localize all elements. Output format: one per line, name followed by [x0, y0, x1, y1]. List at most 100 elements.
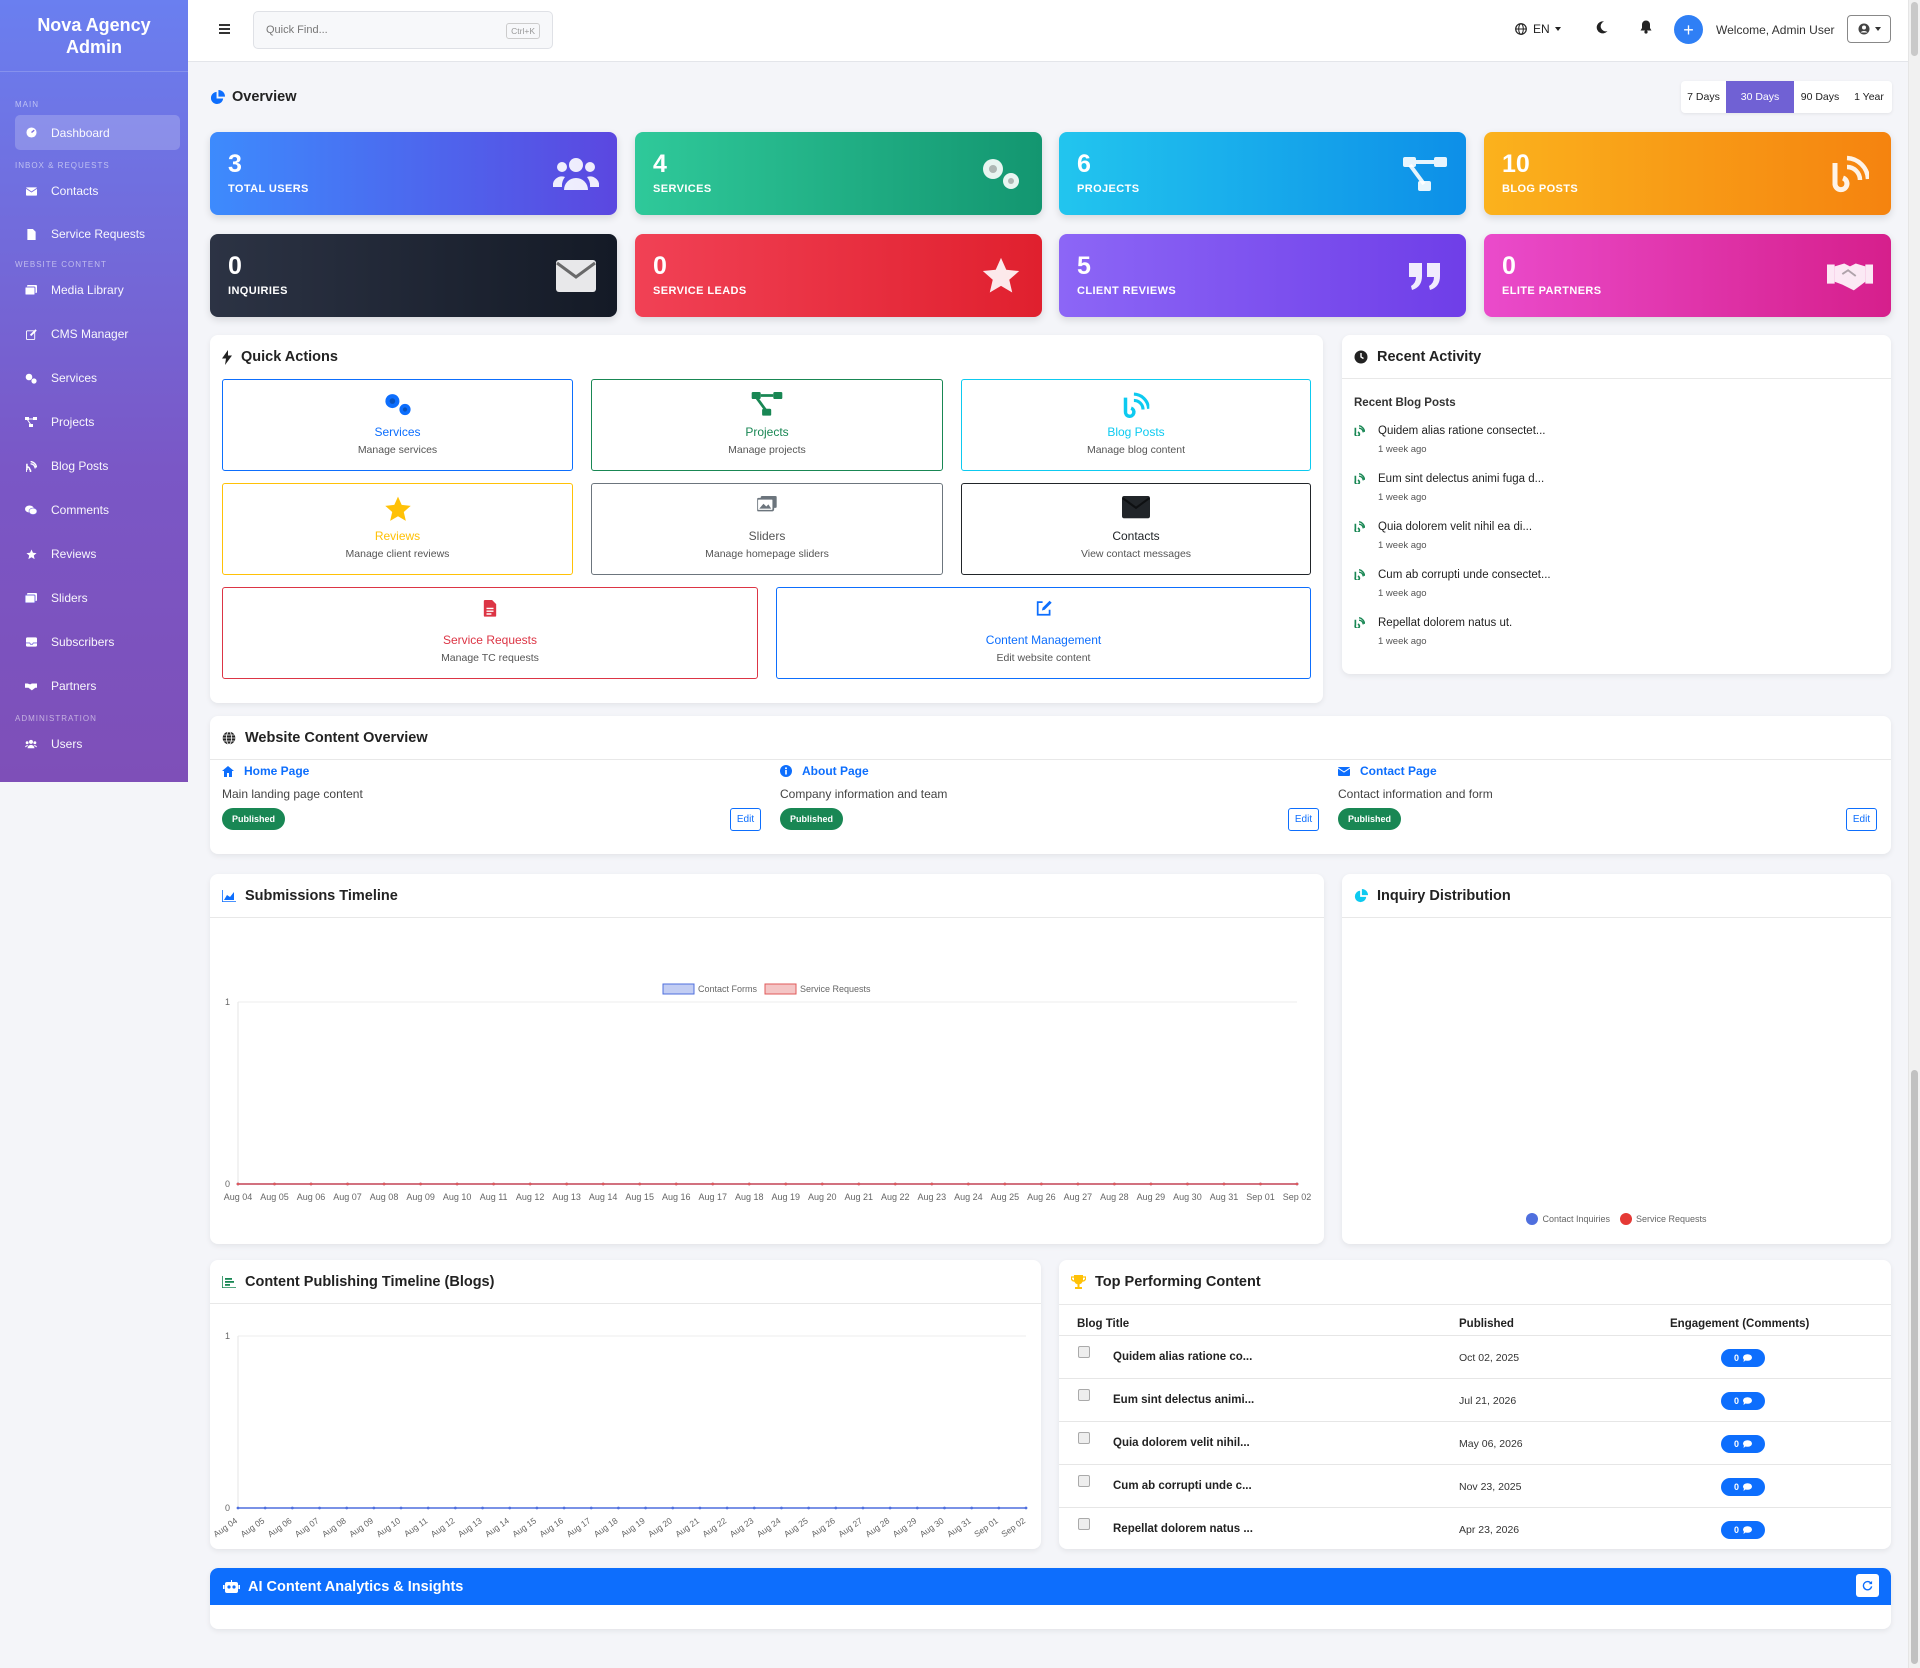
data-point	[1149, 1182, 1153, 1186]
stat-card-services[interactable]: 4 SERVICES	[635, 132, 1042, 215]
stat-card-inquiries[interactable]: 0 INQUIRIES	[210, 234, 617, 317]
notifications-button[interactable]	[1640, 20, 1652, 39]
table-row[interactable]: Quidem alias ratione co... Oct 02, 2025 …	[1059, 1335, 1891, 1378]
x-tick-label: Aug 26	[1027, 1192, 1056, 1202]
x-tick-label: Aug 06	[297, 1192, 326, 1202]
hamburger-menu-icon[interactable]	[219, 24, 230, 34]
stat-card-blog-posts[interactable]: 10 BLOG POSTS	[1484, 132, 1891, 215]
table-row[interactable]: Eum sint delectus animi... Jul 21, 2026 …	[1059, 1378, 1891, 1421]
page-title-link[interactable]: About Page	[780, 764, 869, 778]
data-point	[318, 1506, 321, 1510]
range-1-year[interactable]: 1 Year	[1846, 81, 1892, 113]
sidebar-item-projects[interactable]: Projects	[15, 405, 180, 439]
quick-action-content-management[interactable]: Content Management Edit website content	[776, 587, 1311, 679]
home-icon	[222, 765, 234, 777]
quick-action-reviews[interactable]: Reviews Manage client reviews	[222, 483, 573, 575]
sidebar-item-media-library[interactable]: Media Library	[15, 273, 180, 307]
table-row[interactable]: Quia dolorem velit nihil... May 06, 2026…	[1059, 1421, 1891, 1464]
sidebar-item-partners[interactable]: Partners	[15, 669, 180, 703]
data-point	[834, 1506, 838, 1510]
range-7-days[interactable]: 7 Days	[1681, 81, 1726, 113]
section-main: MAIN	[15, 100, 39, 109]
stat-card-service-leads[interactable]: 0 SERVICE LEADS	[635, 234, 1042, 317]
data-point	[698, 1506, 702, 1510]
sidebar-item-cms-manager[interactable]: CMS Manager	[15, 317, 180, 351]
users-icon	[553, 154, 599, 194]
table-row[interactable]: Cum ab corrupti unde c... Nov 23, 2025 0	[1059, 1464, 1891, 1507]
activity-item[interactable]: Cum ab corrupti unde consectet... 1 week…	[1354, 569, 1551, 599]
activity-item[interactable]: Quidem alias ratione consectet... 1 week…	[1354, 425, 1545, 455]
page-scrollbar[interactable]	[1908, 0, 1920, 1668]
user-menu-button[interactable]	[1847, 15, 1891, 43]
sidebar-item-comments[interactable]: Comments	[15, 493, 180, 527]
sidebar-item-contacts[interactable]: Contacts	[15, 174, 180, 208]
sidebar-item-subscribers[interactable]: Subscribers	[15, 625, 180, 659]
edit-button[interactable]: Edit	[730, 808, 761, 831]
brand-logo[interactable]: Nova Agency Admin	[0, 0, 188, 72]
stat-card-projects[interactable]: 6 PROJECTS	[1059, 132, 1466, 215]
stat-value: 0	[228, 252, 242, 280]
page-title-link[interactable]: Contact Page	[1338, 764, 1437, 778]
stat-card-elite-partners[interactable]: 0 ELITE PARTNERS	[1484, 234, 1891, 317]
x-tick-label: Aug 29	[1137, 1192, 1166, 1202]
blog-title-cell[interactable]: Repellat dolorem natus ...	[1113, 1523, 1253, 1535]
sidebar-item-reviews[interactable]: Reviews	[15, 537, 180, 571]
range-30-days[interactable]: 30 Days	[1726, 81, 1794, 113]
sidebar-item-services[interactable]: Services	[15, 361, 180, 395]
activity-item[interactable]: Eum sint delectus animi fuga d... 1 week…	[1354, 473, 1544, 503]
blog-title-cell[interactable]: Cum ab corrupti unde c...	[1113, 1480, 1252, 1492]
stat-card-total-users[interactable]: 3 TOTAL USERS	[210, 132, 617, 215]
blog-title-cell[interactable]: Eum sint delectus animi...	[1113, 1394, 1254, 1406]
data-point	[747, 1182, 751, 1186]
x-tick-label: Aug 23	[918, 1192, 947, 1202]
legend-swatch	[1620, 1213, 1632, 1225]
add-new-button[interactable]: +	[1674, 15, 1703, 44]
sidebar-item-service-requests[interactable]: Service Requests	[15, 217, 180, 251]
sidebar-item-label: Comments	[51, 503, 110, 517]
table-row[interactable]: Repellat dolorem natus ... Apr 23, 2026 …	[1059, 1507, 1891, 1550]
stat-label: PROJECTS	[1077, 183, 1140, 195]
sidebar-item-dashboard[interactable]: Dashboard	[15, 115, 180, 150]
quick-action-contacts[interactable]: Contacts View contact messages	[961, 483, 1311, 575]
x-tick-label: Aug 27	[1064, 1192, 1093, 1202]
edit-button[interactable]: Edit	[1288, 808, 1319, 831]
quick-action-service-requests[interactable]: Service Requests Manage TC requests	[222, 587, 758, 679]
legend-item[interactable]: Service Requests	[1620, 1213, 1707, 1225]
scrollbar-thumb[interactable]	[1911, 1070, 1918, 1664]
sidebar-item-label: Contacts	[51, 184, 99, 198]
diagram-icon	[751, 392, 783, 419]
quick-action-projects[interactable]: Projects Manage projects	[591, 379, 943, 471]
sidebar-item-blog-posts[interactable]: Blog Posts	[15, 449, 180, 483]
info-icon	[780, 765, 792, 777]
quick-action-sliders[interactable]: Sliders Manage homepage sliders	[591, 483, 943, 575]
website-content-card: Website Content Overview	[210, 716, 1891, 854]
legend-item[interactable]: Contact Inquiries	[1526, 1213, 1610, 1225]
page-title-link[interactable]: Home Page	[222, 764, 309, 778]
scrollbar-thumb-top[interactable]	[1911, 2, 1918, 56]
blog-title-cell[interactable]: Quia dolorem velit nihil...	[1113, 1437, 1250, 1449]
sidebar-item-users[interactable]: Users	[15, 727, 180, 761]
data-point	[915, 1506, 919, 1510]
activity-item[interactable]: Quia dolorem velit nihil ea di... 1 week…	[1354, 521, 1532, 551]
x-tick-label: Aug 04	[224, 1192, 253, 1202]
recent-activity-title: Recent Activity	[1377, 348, 1482, 365]
x-tick-label: Aug 18	[735, 1192, 764, 1202]
quick-find-input[interactable]: Quick Find... Ctrl+K	[253, 11, 553, 49]
edit-button[interactable]: Edit	[1846, 808, 1877, 831]
dark-mode-toggle[interactable]	[1596, 21, 1608, 39]
sidebar-item-label: Dashboard	[51, 125, 110, 140]
comment-icon	[1743, 1397, 1752, 1405]
language-selector[interactable]: EN	[1515, 22, 1561, 36]
refresh-button[interactable]	[1856, 1574, 1879, 1597]
overview-title-text: Overview	[232, 89, 297, 105]
range-90-days[interactable]: 90 Days	[1794, 81, 1846, 113]
stat-card-client-reviews[interactable]: 5 CLIENT REVIEWS	[1059, 234, 1466, 317]
activity-item[interactable]: Repellat dolorem natus ut. 1 week ago	[1354, 617, 1512, 647]
quick-action-services[interactable]: Services Manage services	[222, 379, 573, 471]
data-point	[601, 1182, 605, 1186]
sidebar-item-sliders[interactable]: Sliders	[15, 581, 180, 615]
x-tick-label: Aug 11	[402, 1515, 430, 1538]
quick-action-blog-posts[interactable]: Blog Posts Manage blog content	[961, 379, 1311, 471]
legend-label: Contact Inquiries	[1542, 1214, 1610, 1224]
blog-title-cell[interactable]: Quidem alias ratione co...	[1113, 1351, 1252, 1363]
